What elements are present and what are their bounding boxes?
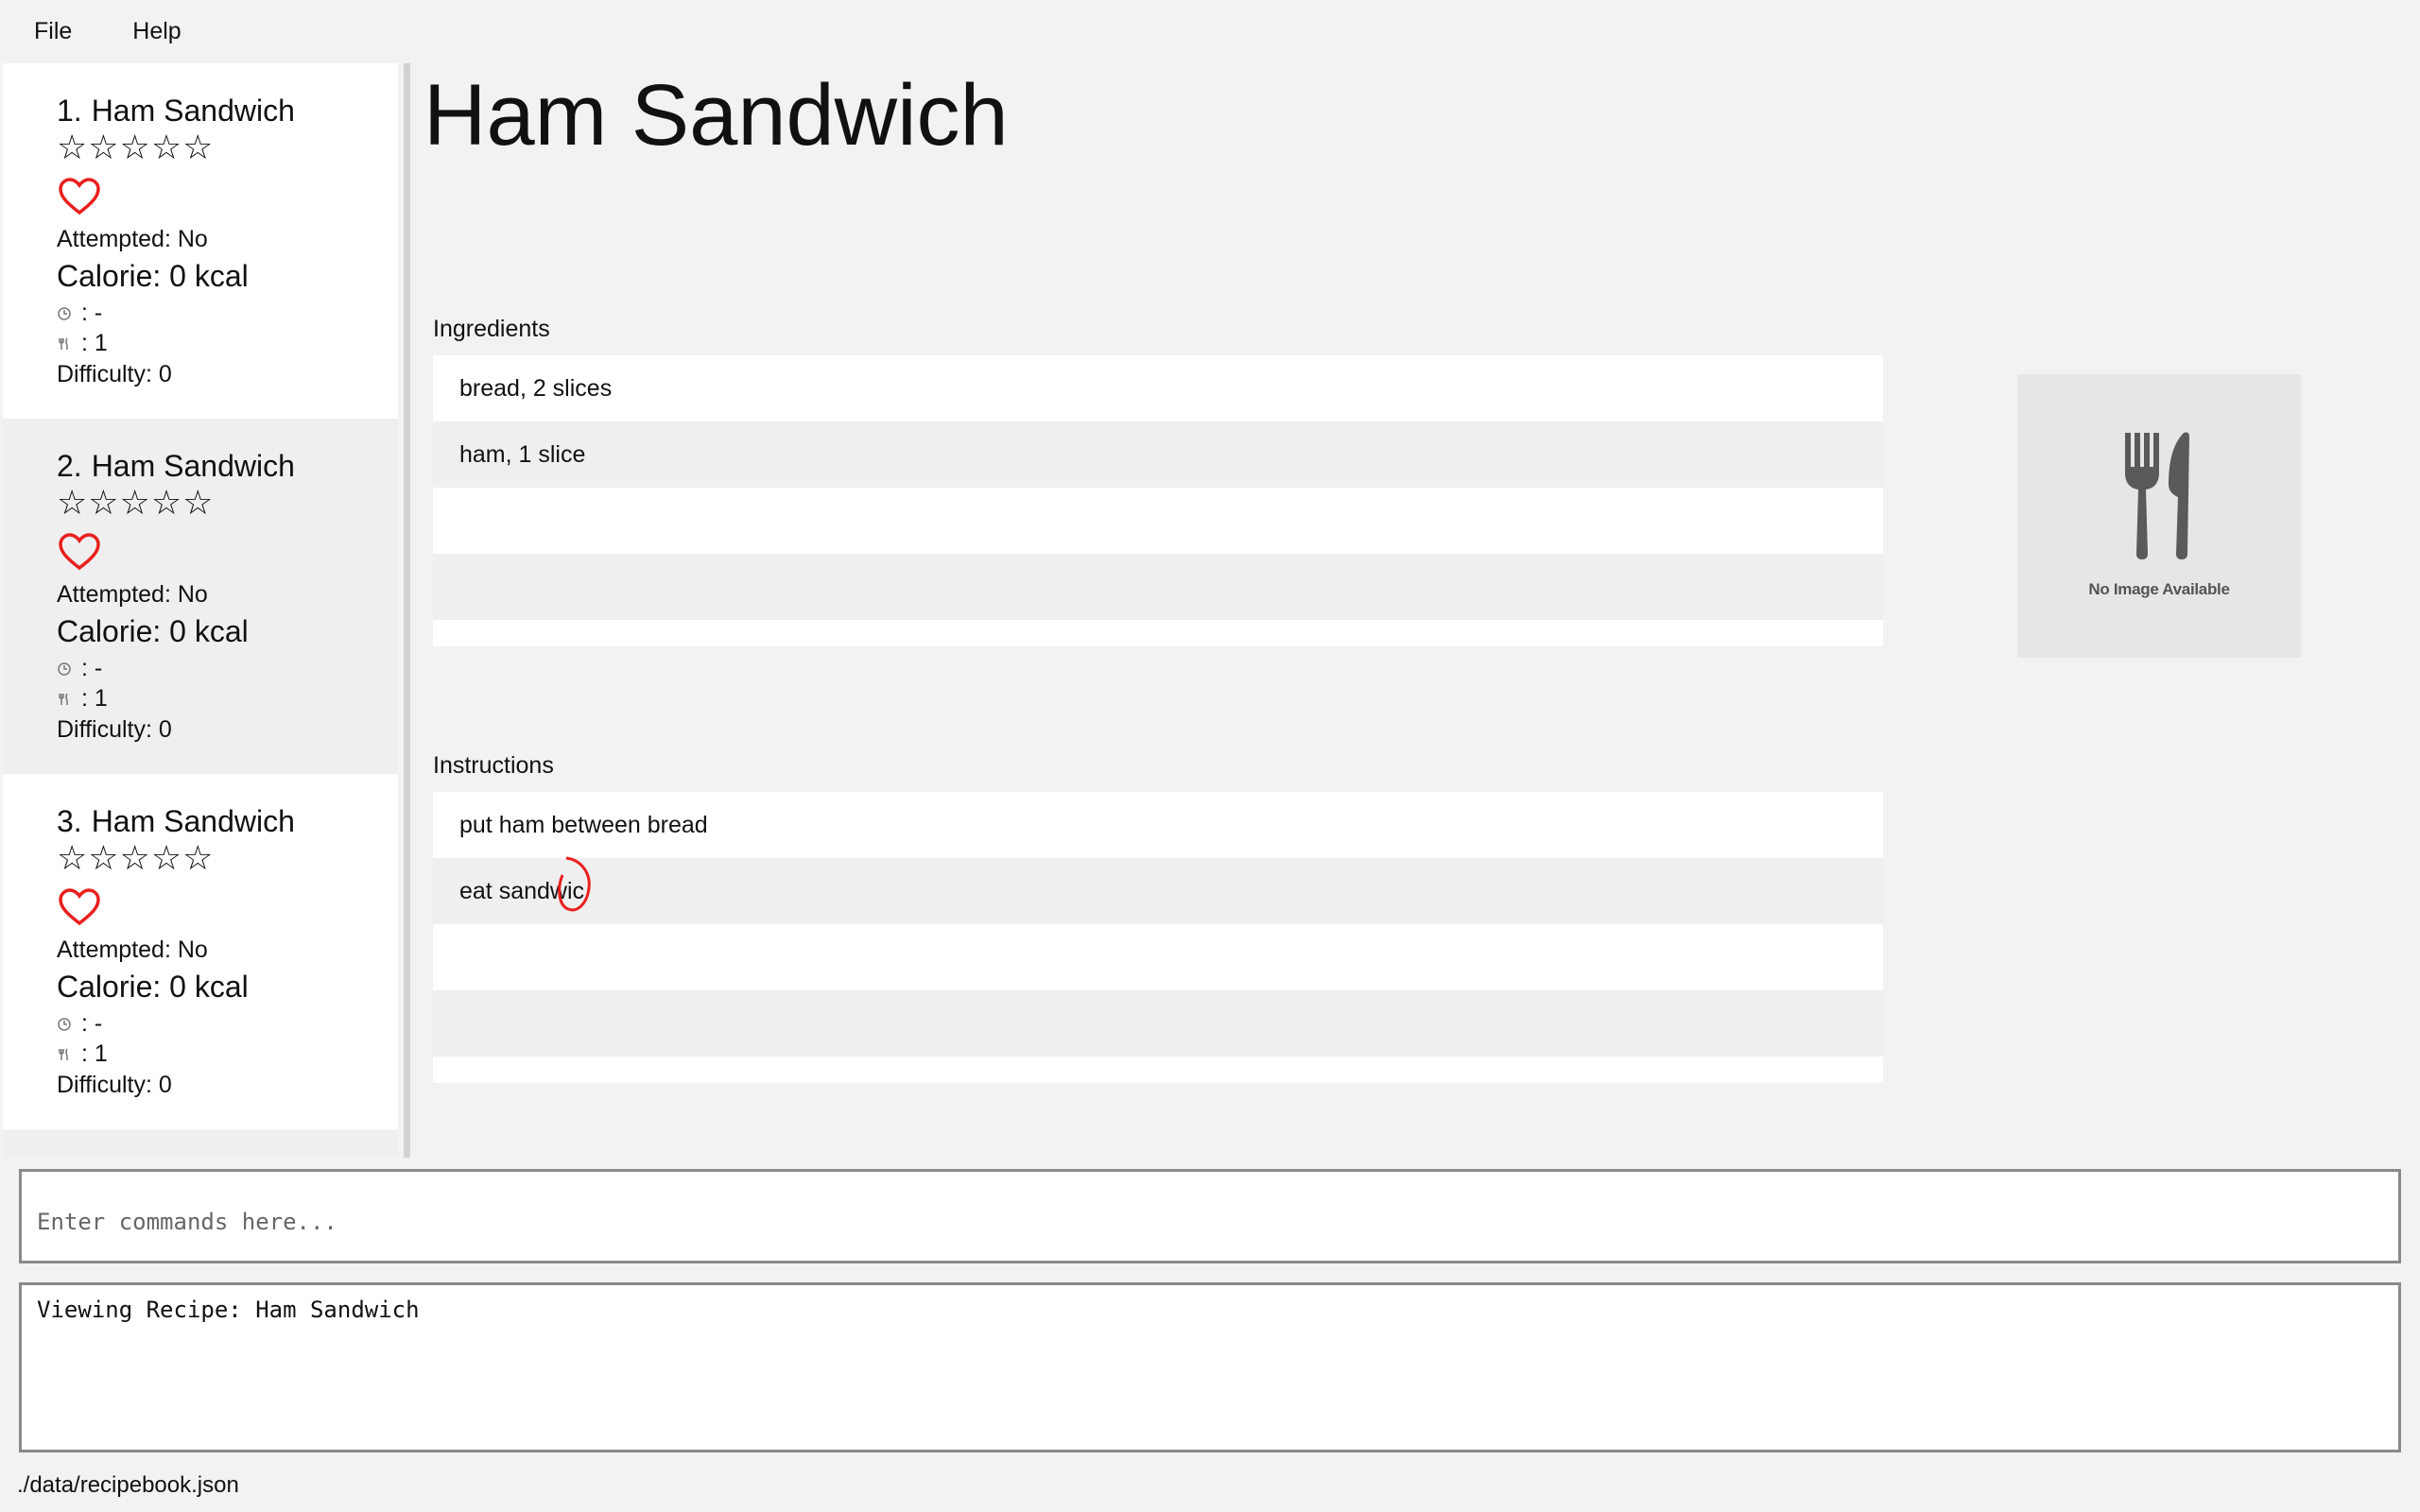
no-image-label: No Image Available xyxy=(2088,580,2230,598)
recipe-card-title: 1. Ham Sandwich xyxy=(57,94,295,129)
menu-bar: File Help xyxy=(0,0,2420,62)
attempted-status: Attempted: No xyxy=(57,936,208,963)
status-bar-path: ./data/recipebook.json xyxy=(17,1472,239,1498)
heart-icon[interactable] xyxy=(58,177,101,216)
utensils-icon xyxy=(59,693,68,705)
instruction-row[interactable] xyxy=(433,990,1883,1057)
clock-icon xyxy=(58,1017,71,1031)
list-scrollbar[interactable] xyxy=(404,63,410,1158)
recipe-card-title: 3. Ham Sandwich xyxy=(57,804,295,839)
ingredient-row[interactable]: bread, 2 slices xyxy=(433,355,1883,421)
recipe-index: 3. xyxy=(57,804,82,838)
recipe-list[interactable]: 1. Ham Sandwich ☆☆☆☆☆ Attempted: No Calor… xyxy=(3,63,402,1158)
servings-row: : 1 xyxy=(57,1040,108,1068)
menu-help[interactable]: Help xyxy=(113,0,199,62)
time-row: : - xyxy=(57,300,102,327)
recipe-card-partial xyxy=(3,1131,398,1158)
recipe-card[interactable]: 1. Ham Sandwich ☆☆☆☆☆ Attempted: No Calor… xyxy=(3,63,398,419)
time-row: : - xyxy=(57,655,102,682)
menu-file[interactable]: File xyxy=(0,0,91,62)
rating-stars: ☆☆☆☆☆ xyxy=(57,484,215,523)
difficulty-value: Difficulty: 0 xyxy=(57,716,172,743)
recipe-card[interactable]: 2. Ham Sandwich ☆☆☆☆☆ Attempted: No Calor… xyxy=(3,419,398,774)
recipe-card[interactable]: 3. Ham Sandwich ☆☆☆☆☆ Attempted: No Calor… xyxy=(3,774,398,1129)
recipe-card-title: 2. Ham Sandwich xyxy=(57,449,295,484)
rating-stars: ☆☆☆☆☆ xyxy=(57,129,215,167)
recipe-image-placeholder: No Image Available xyxy=(2017,374,2301,658)
time-row: : - xyxy=(57,1010,102,1038)
result-display: Viewing Recipe: Ham Sandwich xyxy=(19,1282,2401,1452)
calorie-value: Calorie: 0 kcal xyxy=(57,614,249,648)
time-value: : - xyxy=(81,655,103,681)
clock-icon xyxy=(58,306,71,320)
calorie-value: Calorie: 0 kcal xyxy=(57,259,249,293)
clock-icon xyxy=(58,662,71,676)
command-input[interactable] xyxy=(22,1172,2398,1261)
recipe-name: Ham Sandwich xyxy=(91,94,295,128)
recipe-detail-title: Ham Sandwich xyxy=(424,67,1009,163)
heart-icon[interactable] xyxy=(58,887,101,927)
attempted-status: Attempted: No xyxy=(57,581,208,608)
difficulty-value: Difficulty: 0 xyxy=(57,361,172,387)
servings-row: : 1 xyxy=(57,330,108,357)
utensils-icon xyxy=(59,1048,68,1060)
heart-icon[interactable] xyxy=(58,532,101,572)
time-value: : - xyxy=(81,1010,103,1037)
utensils-icon xyxy=(59,337,68,350)
time-value: : - xyxy=(81,300,103,326)
servings-value: : 1 xyxy=(81,685,108,712)
calorie-value: Calorie: 0 kcal xyxy=(57,970,249,1004)
rating-stars: ☆☆☆☆☆ xyxy=(57,839,215,878)
command-box[interactable] xyxy=(19,1169,2401,1263)
instructions-label: Instructions xyxy=(433,752,554,779)
servings-row: : 1 xyxy=(57,685,108,713)
recipe-name: Ham Sandwich xyxy=(91,449,295,483)
instruction-row[interactable] xyxy=(433,924,1883,990)
attempted-status: Attempted: No xyxy=(57,226,208,252)
fork-knife-icon xyxy=(2125,432,2189,559)
instructions-list[interactable]: put ham between bread eat sandwic xyxy=(433,792,1883,1083)
recipe-name: Ham Sandwich xyxy=(91,804,295,838)
servings-value: : 1 xyxy=(81,330,108,356)
ingredients-list[interactable]: bread, 2 slices ham, 1 slice xyxy=(433,355,1883,646)
recipe-index: 1. xyxy=(57,94,82,128)
instruction-row[interactable]: put ham between bread xyxy=(433,792,1883,858)
result-text: Viewing Recipe: Ham Sandwich xyxy=(37,1297,420,1323)
servings-value: : 1 xyxy=(81,1040,108,1067)
recipe-index: 2. xyxy=(57,449,82,483)
difficulty-value: Difficulty: 0 xyxy=(57,1072,172,1098)
ingredient-row[interactable]: ham, 1 slice xyxy=(433,421,1883,488)
instruction-row[interactable]: eat sandwic xyxy=(433,858,1883,924)
ingredient-row[interactable] xyxy=(433,488,1883,554)
ingredients-label: Ingredients xyxy=(433,316,550,342)
ingredient-row[interactable] xyxy=(433,554,1883,620)
